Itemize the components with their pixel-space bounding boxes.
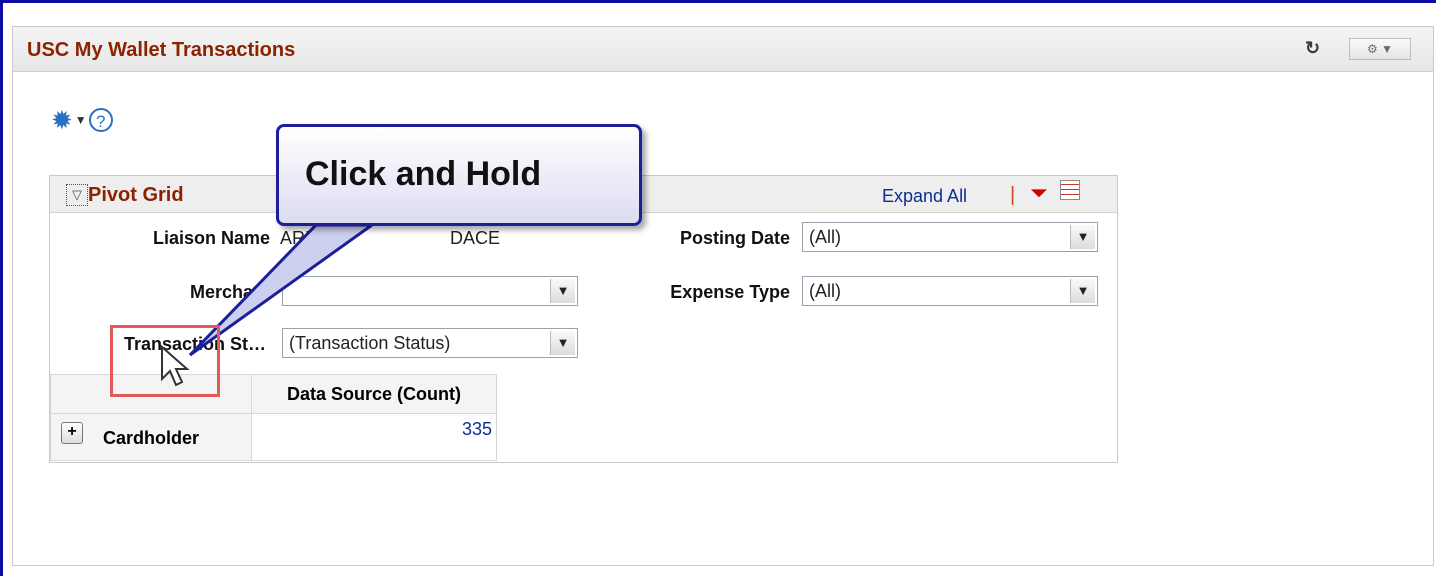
posting-date-label: Posting Date: [679, 228, 790, 248]
expand-all-link[interactable]: Expand All: [882, 186, 967, 207]
row-value[interactable]: 335: [251, 413, 497, 461]
separator: |: [1010, 184, 1016, 206]
collapse-icon[interactable]: ▽: [66, 184, 88, 206]
chevron-down-icon[interactable]: ▼: [1070, 225, 1095, 249]
expand-row-icon[interactable]: +: [61, 422, 83, 444]
callout-text: Click and Hold: [305, 155, 542, 193]
chevron-down-icon[interactable]: ▼: [550, 331, 575, 355]
expense-type-select[interactable]: (All) ▼: [802, 276, 1098, 306]
callout-box: Click and Hold: [276, 124, 642, 226]
posting-date-select[interactable]: (All) ▼: [802, 222, 1098, 252]
liaison-name-label: Liaison Name: [152, 228, 270, 248]
liaison-name-value: ARN: [280, 228, 319, 248]
merchant-select[interactable]: ▼: [282, 276, 578, 306]
chevron-down-icon[interactable]: ▼: [1070, 279, 1095, 303]
posting-date-value: (All): [809, 227, 841, 247]
refresh-icon[interactable]: ↻: [1305, 39, 1323, 57]
transaction-status-select[interactable]: (Transaction Status) ▼: [282, 328, 578, 358]
transaction-status-value: (Transaction Status): [289, 333, 451, 353]
row-label: Cardholder: [103, 428, 200, 448]
pivot-grid-title: Pivot Grid: [88, 184, 184, 206]
gear-icon[interactable]: ✹: [51, 107, 73, 133]
pagelet-header: USC My Wallet Transactions ↻ ⚙ ▼: [13, 27, 1433, 72]
grid-toolbar: ✹ ▼?: [51, 107, 113, 137]
chevron-down-icon[interactable]: ▼: [550, 279, 575, 303]
table-row-header: + Cardholder: [50, 413, 252, 461]
merchant-label: Merchant: [189, 282, 270, 302]
chevron-down-icon[interactable]: ▼: [75, 113, 87, 127]
column-header: Data Source (Count): [251, 374, 497, 414]
liaison-name-value-tail: DACE: [450, 228, 501, 248]
pagelet-actions-button[interactable]: ⚙ ▼: [1349, 38, 1411, 60]
mouse-pointer-icon: [161, 345, 190, 387]
grid-view-icon[interactable]: [1060, 180, 1080, 200]
pagelet-title: USC My Wallet Transactions: [27, 39, 296, 61]
clear-filter-icon[interactable]: ⏷: [1030, 180, 1048, 206]
expense-type-value: (All): [809, 281, 841, 301]
expense-type-label: Expense Type: [670, 282, 790, 302]
pagelet-container: USC My Wallet Transactions ↻ ⚙ ▼ ✹ ▼? ▽ P…: [12, 26, 1434, 566]
help-icon[interactable]: ?: [88, 108, 113, 132]
